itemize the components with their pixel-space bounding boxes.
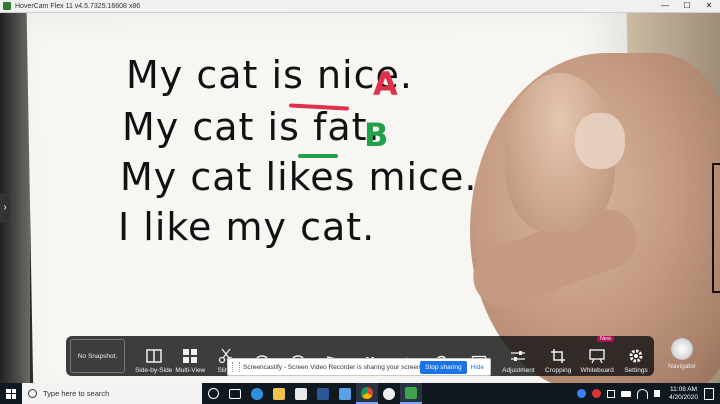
side-by-side-icon bbox=[145, 349, 162, 363]
whiteboard-button[interactable]: New Whiteboard bbox=[576, 336, 618, 374]
cortana-button[interactable] bbox=[202, 383, 224, 404]
stop-sharing-button[interactable]: Stop sharing bbox=[420, 360, 467, 374]
sharing-message: Screencastify - Screen Video Recorder is… bbox=[243, 363, 421, 371]
clock-time: 11:08 AM bbox=[670, 385, 698, 393]
hide-button[interactable]: Hide bbox=[471, 364, 484, 371]
navigator-label: Navigator bbox=[668, 363, 696, 370]
chevron-up-icon[interactable] bbox=[607, 389, 616, 398]
drag-handle-icon[interactable] bbox=[232, 362, 240, 372]
mail-icon bbox=[339, 387, 351, 400]
windows-logo-icon bbox=[6, 388, 16, 399]
cropping-button[interactable]: Cropping bbox=[540, 338, 576, 374]
adjustment-button[interactable]: Adjustment bbox=[497, 338, 541, 374]
grid-icon bbox=[183, 349, 198, 363]
clock-date: 4/20/2020 bbox=[669, 393, 698, 401]
snapshot-thumbnail[interactable]: No Snapshot. bbox=[70, 339, 126, 373]
side-panel-toggle[interactable]: › bbox=[0, 193, 10, 223]
tool-label: Cropping bbox=[545, 367, 572, 374]
thumbnail-nail bbox=[575, 113, 625, 169]
navigator-icon bbox=[671, 338, 693, 360]
tool-label: Adjustment bbox=[502, 367, 535, 374]
hovercam-app-icon bbox=[3, 2, 11, 10]
crop-icon bbox=[551, 349, 566, 363]
mail-button[interactable] bbox=[334, 383, 356, 404]
system-tray: 11:08 AM 4/20/2020 bbox=[574, 383, 720, 404]
search-placeholder: Type here to search bbox=[43, 389, 110, 398]
gear-icon bbox=[629, 349, 643, 363]
tool-label: Settings bbox=[624, 367, 648, 374]
hovercam-icon bbox=[405, 386, 417, 399]
cortana-icon bbox=[207, 388, 219, 399]
wifi-icon[interactable] bbox=[637, 388, 649, 399]
tool-label: Multi-View bbox=[175, 367, 206, 374]
camera-view: My cat is nice. A My cat is fat. B My ca… bbox=[0, 13, 720, 383]
mark-b: B bbox=[364, 116, 389, 154]
photos-icon bbox=[383, 387, 395, 400]
help-icon[interactable] bbox=[577, 389, 587, 398]
whiteboard-icon bbox=[589, 349, 605, 364]
handwriting-line-4: I like my cat. bbox=[118, 205, 376, 249]
taskbar-search[interactable]: Type here to search bbox=[22, 383, 202, 404]
start-button[interactable] bbox=[0, 383, 22, 404]
close-button[interactable]: ✕ bbox=[698, 0, 720, 12]
word-button[interactable] bbox=[312, 383, 334, 404]
maximize-button[interactable]: ☐ bbox=[676, 0, 698, 12]
window-title: HoverCam Flex 11 v4.5.7325.16608 x86 bbox=[15, 2, 141, 10]
edge-button[interactable] bbox=[246, 383, 268, 404]
screen-sharing-banner: Screencastify - Screen Video Recorder is… bbox=[227, 358, 491, 376]
sliders-icon bbox=[511, 351, 526, 361]
side-by-side-button[interactable]: Side-by-Side bbox=[135, 338, 172, 374]
notifications-icon[interactable] bbox=[704, 387, 714, 400]
tool-label: Side-by-Side bbox=[135, 367, 173, 374]
mark-a: A bbox=[373, 65, 398, 103]
minimize-button[interactable]: — bbox=[654, 0, 676, 12]
handwriting-line-2: My cat is fat. bbox=[122, 105, 381, 149]
handwriting-line-1: My cat is nice. bbox=[126, 53, 413, 97]
edge-icon bbox=[251, 387, 263, 400]
hovercam-taskbar-button[interactable] bbox=[400, 383, 422, 404]
chrome-button[interactable] bbox=[356, 383, 378, 404]
word-icon bbox=[317, 387, 329, 400]
task-view-icon bbox=[229, 388, 241, 399]
search-icon bbox=[28, 389, 37, 398]
volume-icon[interactable] bbox=[654, 390, 661, 397]
settings-button[interactable]: Settings bbox=[618, 338, 654, 374]
window-titlebar: HoverCam Flex 11 v4.5.7325.16608 x86 — ☐… bbox=[0, 0, 720, 13]
task-view-button[interactable] bbox=[224, 383, 246, 404]
battery-icon[interactable] bbox=[621, 390, 632, 397]
security-icon[interactable] bbox=[592, 389, 602, 398]
tool-label: Whiteboard bbox=[580, 367, 614, 374]
folder-icon bbox=[273, 387, 285, 400]
store-button[interactable] bbox=[290, 383, 312, 404]
navigator-button[interactable]: Navigator bbox=[662, 338, 702, 378]
chrome-icon bbox=[361, 386, 373, 399]
store-icon bbox=[295, 387, 307, 400]
file-explorer-button[interactable] bbox=[268, 383, 290, 404]
photos-button[interactable] bbox=[378, 383, 400, 404]
new-badge: New bbox=[596, 336, 614, 342]
taskbar-clock[interactable]: 11:08 AM 4/20/2020 bbox=[669, 386, 698, 402]
handwriting-line-3: My cat likes mice. bbox=[120, 155, 478, 199]
windows-taskbar: Type here to search 11:08 AM 4/20/2020 bbox=[0, 383, 720, 404]
multi-view-button[interactable]: Multi-View bbox=[172, 338, 208, 374]
right-edge-bracket bbox=[712, 163, 720, 293]
